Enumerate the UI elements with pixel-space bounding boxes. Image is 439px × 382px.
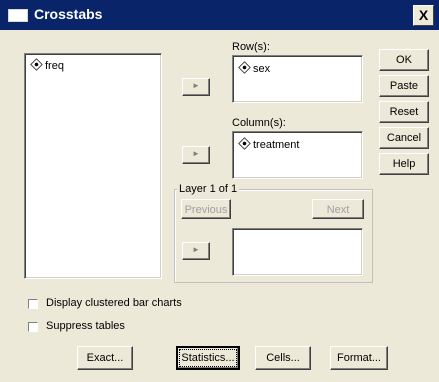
previous-layer-button[interactable]: Previous bbox=[181, 199, 231, 219]
statistics-button[interactable]: Statistics... bbox=[176, 346, 240, 370]
scale-variable-icon bbox=[238, 137, 251, 150]
move-to-rows-button[interactable]: ► bbox=[182, 78, 210, 96]
cancel-button[interactable]: Cancel bbox=[379, 127, 429, 149]
right-arrow-icon: ► bbox=[192, 81, 200, 90]
exact-button[interactable]: Exact... bbox=[77, 346, 133, 370]
format-button[interactable]: Format... bbox=[330, 346, 388, 370]
rows-list[interactable]: sex bbox=[232, 55, 363, 103]
list-item-label: sex bbox=[253, 63, 271, 75]
help-button-label: Help bbox=[392, 158, 416, 170]
cancel-button-label: Cancel bbox=[386, 132, 422, 144]
cells-button[interactable]: Cells... bbox=[255, 346, 311, 370]
window-title: Crosstabs bbox=[34, 6, 103, 22]
close-button[interactable]: X bbox=[413, 5, 434, 26]
next-layer-label: Next bbox=[326, 204, 350, 216]
ok-button-label: OK bbox=[396, 54, 412, 66]
reset-button-label: Reset bbox=[389, 106, 419, 118]
next-layer-button[interactable]: Next bbox=[312, 199, 364, 219]
suppress-tables-label[interactable]: Suppress tables bbox=[46, 320, 125, 332]
rows-label: Row(s): bbox=[232, 41, 270, 53]
move-to-columns-button[interactable]: ► bbox=[182, 146, 210, 164]
list-item[interactable]: treatment bbox=[238, 137, 300, 151]
right-arrow-icon: ► bbox=[192, 245, 200, 254]
reset-button[interactable]: Reset bbox=[379, 101, 429, 123]
right-arrow-icon: ► bbox=[192, 149, 200, 158]
exact-button-label: Exact... bbox=[86, 352, 124, 364]
format-button-label: Format... bbox=[336, 352, 381, 364]
columns-list[interactable]: treatment bbox=[232, 131, 363, 179]
columns-label: Column(s): bbox=[232, 117, 286, 129]
cells-button-label: Cells... bbox=[266, 352, 300, 364]
layer-label: Layer 1 of 1 bbox=[177, 183, 240, 195]
ok-button[interactable]: OK bbox=[379, 49, 429, 71]
list-item[interactable]: sex bbox=[238, 61, 271, 75]
list-item-label: treatment bbox=[253, 139, 300, 151]
suppress-tables-checkbox[interactable] bbox=[28, 322, 38, 332]
help-button[interactable]: Help bbox=[379, 153, 429, 175]
paste-button-label: Paste bbox=[389, 80, 419, 92]
scale-variable-icon bbox=[30, 58, 43, 71]
statistics-button-label: Statistics... bbox=[181, 352, 235, 364]
window-icon bbox=[8, 9, 28, 22]
paste-button[interactable]: Paste bbox=[379, 75, 429, 97]
scale-variable-icon bbox=[238, 61, 251, 74]
list-item-label: freq bbox=[45, 60, 64, 72]
clustered-bar-checkbox[interactable] bbox=[28, 299, 38, 309]
previous-layer-label: Previous bbox=[184, 204, 228, 216]
clustered-bar-label[interactable]: Display clustered bar charts bbox=[46, 297, 182, 309]
move-to-layer-button[interactable]: ► bbox=[182, 242, 210, 260]
layer-list[interactable] bbox=[232, 228, 363, 276]
list-item[interactable]: freq bbox=[30, 58, 64, 72]
source-variable-list[interactable]: freq bbox=[24, 53, 162, 279]
